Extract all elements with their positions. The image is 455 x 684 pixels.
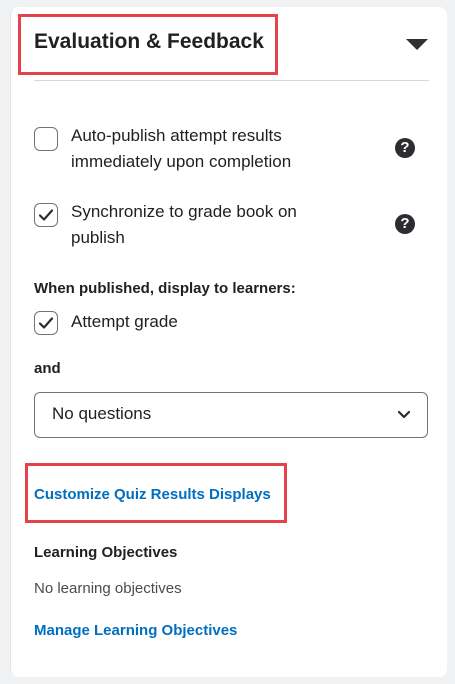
auto-publish-checkbox[interactable] <box>34 127 58 151</box>
checkmark-icon <box>38 209 54 221</box>
no-learning-objectives-text: No learning objectives <box>34 580 182 597</box>
checkmark-icon <box>38 317 54 329</box>
display-heading: When published, display to learners: <box>34 280 296 297</box>
questions-select[interactable]: No questions <box>34 392 428 438</box>
auto-publish-label: Auto-publish attempt results immediately… <box>71 126 292 171</box>
questions-select-value: No questions <box>52 404 152 423</box>
section-title: Evaluation & Feedback <box>34 30 264 53</box>
chevron-down-icon <box>397 410 411 419</box>
customize-quiz-results-link[interactable]: Customize Quiz Results Displays <box>34 486 271 503</box>
divider <box>34 80 429 81</box>
evaluation-feedback-panel: Evaluation & Feedback Auto-publish attem… <box>10 7 447 677</box>
manage-learning-objectives-link[interactable]: Manage Learning Objectives <box>34 622 237 639</box>
sync-gradebook-checkbox[interactable] <box>34 203 58 227</box>
help-icon[interactable]: ? <box>395 214 415 234</box>
learning-objectives-heading: Learning Objectives <box>34 544 178 561</box>
attempt-grade-label: Attempt grade <box>71 312 178 331</box>
and-label: and <box>34 360 61 377</box>
caret-down-icon[interactable] <box>406 39 428 50</box>
help-icon[interactable]: ? <box>395 138 415 158</box>
sync-gradebook-label: Synchronize to grade book on publish <box>71 202 297 247</box>
attempt-grade-checkbox[interactable] <box>34 311 58 335</box>
